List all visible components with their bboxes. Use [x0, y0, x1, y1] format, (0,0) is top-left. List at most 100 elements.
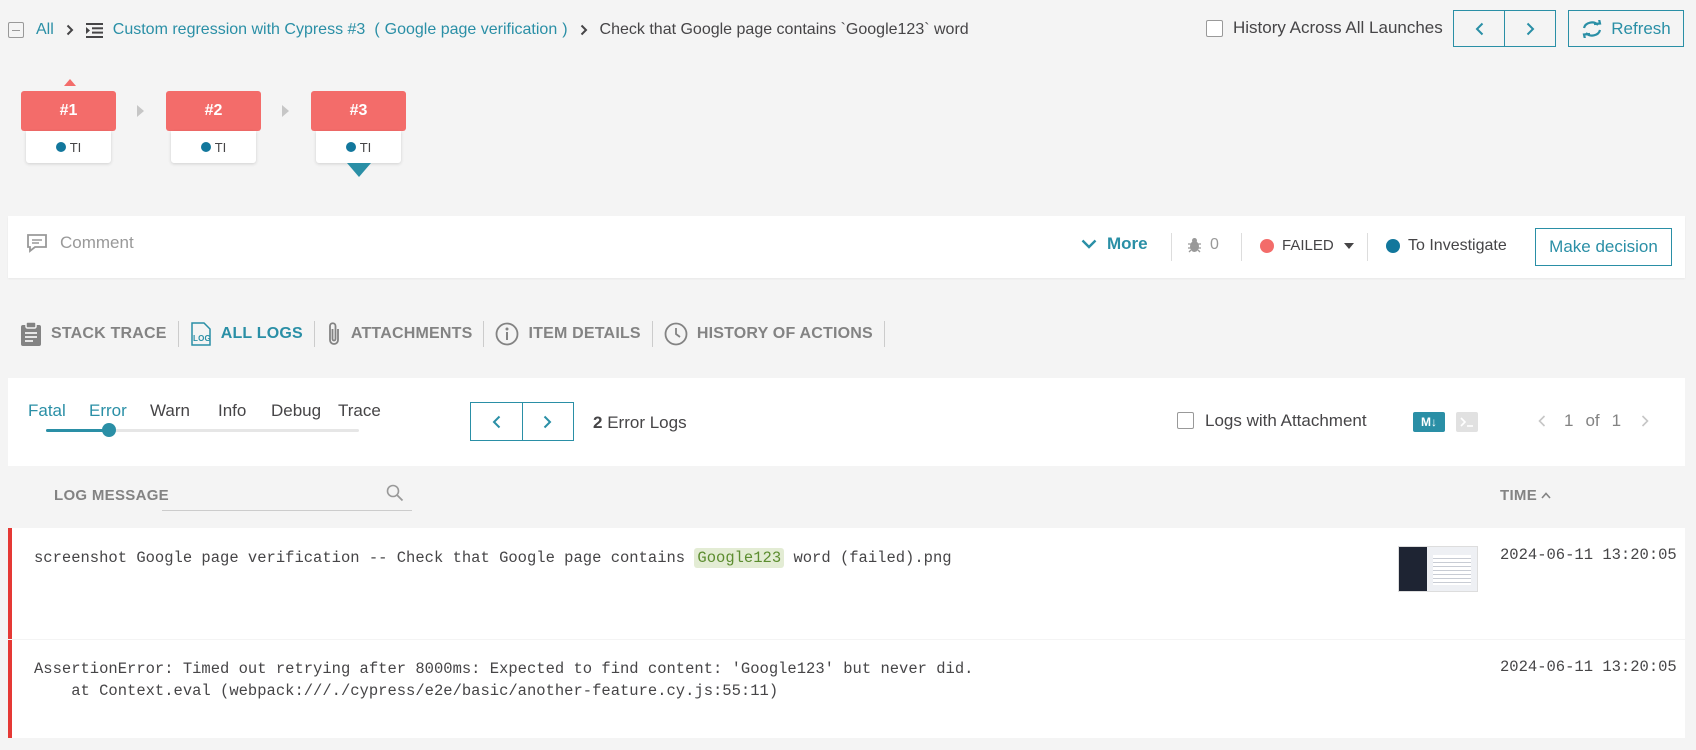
tab-label: ATTACHMENTS — [350, 325, 473, 342]
list-icon — [85, 22, 103, 38]
tab-attachments[interactable]: ATTACHMENTS — [315, 318, 484, 350]
log-message-line: AssertionError: Timed out retrying after… — [34, 660, 974, 678]
page-current: 1 — [1564, 411, 1574, 430]
tab-label: HISTORY OF ACTIONS — [696, 325, 873, 342]
tab-label: ALL LOGS — [220, 325, 303, 342]
terminal-icon — [1460, 417, 1473, 427]
tab-all-logs[interactable]: LOG ALL LOGS — [179, 318, 314, 350]
paperclip-icon — [328, 322, 339, 345]
chevron-left-icon[interactable] — [1538, 415, 1546, 427]
log-level-warn[interactable]: Warn — [150, 401, 218, 421]
selected-retry-indicator — [347, 163, 371, 177]
bug-icon — [1188, 238, 1201, 253]
error-count-label: Error Logs — [607, 413, 687, 432]
log-time: 2024-06-11 13:20:05 — [1500, 658, 1677, 676]
error-count-value: 2 — [593, 413, 603, 432]
status-dot — [1260, 238, 1274, 253]
divider — [883, 321, 885, 347]
collapse-checkbox[interactable] — [8, 22, 24, 38]
tab-item-details[interactable]: ITEM DETAILS — [484, 318, 651, 350]
previous-item-button[interactable] — [1454, 11, 1504, 46]
breadcrumb: All Custom regression with Cypress #3 ( … — [8, 18, 969, 42]
defect-abbr: TI — [359, 139, 372, 155]
table-row[interactable]: screenshot Google page verification -- C… — [8, 528, 1685, 639]
retry-1[interactable]: #1 TI — [21, 91, 116, 163]
logs-with-attachment-label[interactable]: Logs with Attachment — [1205, 411, 1367, 431]
clock-icon — [664, 322, 688, 346]
status-dropdown[interactable]: FAILED — [1260, 237, 1354, 254]
log-level-fatal[interactable]: Fatal — [28, 401, 89, 421]
breadcrumb-launch[interactable]: Custom regression with Cypress #3 — [113, 21, 366, 39]
retry-label: #3 — [311, 91, 406, 131]
divider — [1171, 233, 1172, 261]
log-time: 2024-06-11 13:20:05 — [1500, 546, 1677, 564]
log-search-input[interactable] — [162, 510, 412, 511]
breadcrumb-all[interactable]: All — [36, 21, 54, 39]
next-item-button[interactable] — [1504, 11, 1555, 46]
log-level-trace[interactable]: Trace — [338, 401, 381, 421]
log-message-highlight: Google123 — [694, 548, 785, 568]
log-icon: LOG — [190, 322, 211, 346]
make-decision-button[interactable]: Make decision — [1535, 228, 1672, 266]
defect-type-label: To Investigate — [1408, 237, 1507, 254]
attachment-thumbnail[interactable] — [1398, 546, 1478, 592]
caret-down-icon — [1343, 242, 1354, 249]
refresh-label: Refresh — [1611, 18, 1671, 38]
log-message-text: screenshot Google page verification -- C… — [34, 549, 695, 567]
comment-field[interactable]: Comment — [26, 233, 134, 253]
defect-dot — [1386, 239, 1400, 253]
chevron-right-icon — [1526, 22, 1534, 35]
bug-count: 0 — [1210, 236, 1219, 253]
sort-ascending-icon — [1541, 492, 1551, 499]
console-mode-button[interactable] — [1456, 412, 1478, 432]
table-row[interactable]: AssertionError: Timed out retrying after… — [8, 640, 1685, 738]
tab-stack-trace[interactable]: STACK TRACE — [20, 318, 178, 350]
column-header-log-message[interactable]: LOG MESSAGE — [54, 487, 169, 504]
divider — [1241, 233, 1242, 261]
log-toolbar: Fatal Error Warn Info Debug Trace 2 Erro… — [8, 378, 1685, 466]
refresh-button[interactable]: Refresh — [1568, 10, 1684, 47]
chevron-right-icon — [580, 24, 588, 36]
defect-abbr: TI — [214, 139, 227, 155]
chevron-right-icon[interactable] — [1641, 415, 1649, 427]
log-message: screenshot Google page verification -- C… — [34, 548, 952, 568]
more-button[interactable]: More — [1081, 234, 1148, 254]
retry-3[interactable]: #3 TI — [311, 91, 406, 163]
tab-label: STACK TRACE — [51, 325, 167, 342]
log-level-slider-handle[interactable] — [102, 423, 116, 437]
chevron-left-icon — [492, 415, 500, 428]
chevron-right-icon — [544, 415, 552, 428]
defect-abbr: TI — [69, 139, 82, 155]
arrow-right-icon — [137, 105, 144, 117]
item-navigation — [1453, 10, 1556, 47]
more-label: More — [1107, 234, 1148, 253]
search-icon[interactable] — [386, 484, 404, 502]
retry-label: #2 — [166, 91, 261, 131]
comment-icon — [27, 234, 47, 253]
bug-counter[interactable]: 0 — [1187, 236, 1219, 254]
defect-dot — [200, 142, 211, 152]
comment-placeholder: Comment — [60, 233, 134, 252]
chevron-left-icon — [1475, 22, 1483, 35]
history-across-launches-checkbox[interactable] — [1206, 20, 1223, 37]
log-level-info[interactable]: Info — [218, 401, 271, 421]
breadcrumb-test: Check that Google page contains `Google1… — [599, 21, 969, 38]
log-level-debug[interactable]: Debug — [271, 401, 338, 421]
retry-2[interactable]: #2 TI — [166, 91, 261, 163]
markdown-mode-button[interactable]: M↓ — [1413, 412, 1445, 432]
defect-type[interactable]: To Investigate — [1386, 237, 1507, 255]
logs-with-attachment-checkbox[interactable] — [1177, 412, 1194, 429]
next-error-button[interactable] — [521, 403, 574, 440]
column-header-time[interactable]: TIME — [1500, 487, 1551, 504]
breadcrumb-suite[interactable]: Google page verification — [385, 21, 558, 39]
history-across-launches-label[interactable]: History Across All Launches — [1233, 18, 1443, 38]
previous-error-button[interactable] — [471, 403, 522, 440]
tab-history-of-actions[interactable]: HISTORY OF ACTIONS — [653, 318, 884, 350]
status-label: FAILED — [1282, 237, 1334, 254]
page-of: of — [1585, 411, 1600, 430]
log-level-error[interactable]: Error — [89, 401, 150, 421]
breadcrumb-paren-open: ( — [374, 21, 380, 38]
clipboard-icon — [21, 321, 41, 346]
log-level-selector[interactable]: Fatal Error Warn Info Debug Trace — [28, 401, 381, 421]
arrow-right-icon — [282, 105, 289, 117]
